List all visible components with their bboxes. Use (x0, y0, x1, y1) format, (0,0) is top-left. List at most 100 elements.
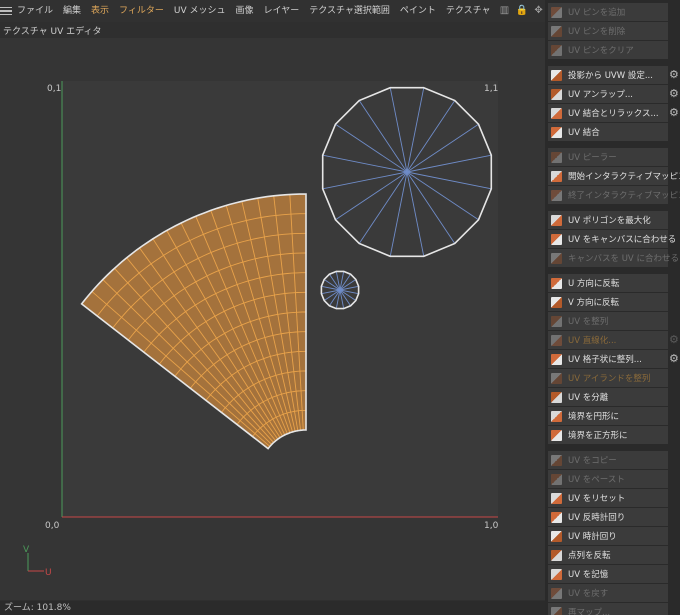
sidebar-button-pin-remove[interactable]: UV ピンを削除 (548, 22, 668, 40)
peeler-icon (551, 151, 562, 163)
sidebar-button-fit-canvas[interactable]: UV をキャンバスに合わせる (548, 230, 676, 248)
sidebar-button-reset[interactable]: UV をリセット (548, 489, 668, 507)
sidebar-button-square-border[interactable]: 境界を正方形に (548, 426, 668, 444)
sidebar-button-label: UV 結合 (568, 128, 600, 138)
menu-item[interactable]: UV メッシュ (169, 0, 231, 22)
sidebar-button-paste[interactable]: UV をペースト (548, 470, 668, 488)
sidebar-button-split[interactable]: UV を分離 (548, 388, 668, 406)
sidebar-button-label: UV 結合とリラックス... (568, 109, 659, 119)
end-mapping-icon (551, 189, 562, 201)
reverse-points-icon (551, 549, 562, 561)
stitch-relax-icon (551, 107, 562, 119)
start-mapping-icon (551, 170, 562, 182)
sidebar-button-reverse-points[interactable]: 点列を反転 (548, 546, 668, 564)
sidebar-button-label: 再マップ... (568, 608, 611, 615)
straighten-icon (551, 334, 562, 346)
sidebar-button-label: UV ピンをクリア (568, 46, 634, 56)
menu-item[interactable]: フィルター (114, 0, 169, 22)
sidebar-button-label: UV ピンを削除 (568, 27, 626, 37)
menu-item[interactable]: レイヤー (259, 0, 305, 22)
sidebar-button-unwrap[interactable]: UV アンラップ... ⚙ (548, 85, 679, 103)
gear-icon[interactable]: ⚙ (669, 107, 680, 118)
sidebar-button-label: UV 直線化... (568, 336, 617, 346)
sidebar-button-pin-clear[interactable]: UV ピンをクリア (548, 41, 668, 59)
project-uvw-icon (551, 69, 562, 81)
sidebar-button-label: UV を戻す (568, 589, 609, 599)
sidebar-button-remap[interactable]: 再マップ... (548, 603, 668, 615)
sidebar-button-copy[interactable]: UV をコピー (548, 451, 668, 469)
gear-icon[interactable]: ⚙ (669, 334, 680, 345)
sidebar-button-stitch-relax[interactable]: UV 結合とリラックス... ⚙ (548, 104, 679, 122)
paste-icon (551, 473, 562, 485)
sidebar-button-rotate-ccw[interactable]: UV 反時計回り (548, 508, 668, 526)
sidebar-button-maximize[interactable]: UV ポリゴンを最大化 (548, 211, 668, 229)
pin-clear-icon (551, 44, 562, 56)
sidebar-button-canvas-fit[interactable]: キャンバスを UV に合わせる (548, 249, 679, 267)
menu-item[interactable]: 表示 (86, 0, 114, 22)
status-bar: ズーム: 101.8% (0, 601, 545, 615)
sidebar-button-circle-border[interactable]: 境界を円形に (548, 407, 668, 425)
island-align-icon (551, 372, 562, 384)
split-icon (551, 391, 562, 403)
sidebar-button-label: V 方向に反転 (568, 298, 620, 308)
sidebar-button-pin-add[interactable]: UV ピンを追加 (548, 3, 668, 21)
sidebar-button-label: UV 反時計回り (568, 513, 626, 523)
gear-icon[interactable]: ⚙ (669, 88, 680, 99)
sidebar-button-remember[interactable]: UV を記憶 (548, 565, 668, 583)
chart-icon[interactable]: ▥ (499, 5, 511, 17)
sidebar-button-label: キャンバスを UV に合わせる (568, 254, 679, 264)
sidebar-button-label: 投影から UVW 設定... (568, 71, 653, 81)
uv-canvas[interactable]: 0,1 1,1 0,0 1,0 V U (0, 38, 545, 600)
sidebar-button-label: 終了インタラクティブマッピング (568, 191, 680, 201)
uv-commands-sidebar: UV ピンを追加 UV ピンを削除 UV ピンをクリア投影から UVW 設定... ⚙… (545, 0, 680, 615)
sidebar-button-flip-v[interactable]: V 方向に反転 (548, 293, 668, 311)
sidebar-button-flip-u[interactable]: U 方向に反転 (548, 274, 668, 292)
flip-v-icon (551, 296, 562, 308)
sidebar-button-project-uvw[interactable]: 投影から UVW 設定... ⚙ (548, 66, 679, 84)
menu-item[interactable]: 編集 (58, 0, 86, 22)
sidebar-button-label: UV をキャンバスに合わせる (568, 235, 677, 245)
lock-icon[interactable]: 🔒 (516, 5, 528, 17)
unwrap-icon (551, 88, 562, 100)
menu-item[interactable]: テクスチャ (441, 0, 496, 22)
sidebar-button-label: UV 時計回り (568, 532, 617, 542)
panel-title: テクスチャ UV エディタ (3, 27, 102, 37)
corner-label-top-left: 0,1 (47, 84, 61, 94)
menu-bar: ファイル 編集 表示 フィルター UV メッシュ 画像 レイヤー テクスチャ選択範囲 ペイントテ… (0, 0, 560, 22)
sidebar-button-grid-align[interactable]: UV 格子状に整列... ⚙ (548, 350, 679, 368)
gear-icon[interactable]: ⚙ (669, 353, 680, 364)
axis-v-label: V (23, 545, 30, 555)
uv-viewport[interactable]: 0,1 1,1 0,0 1,0 V U (0, 38, 545, 600)
sidebar-button-straighten[interactable]: UV 直線化... ⚙ (548, 331, 679, 349)
menu-item[interactable]: ファイル (12, 0, 58, 22)
corner-label-bottom-left: 0,0 (45, 521, 60, 531)
sidebar-button-end-mapping[interactable]: 終了インタラクティブマッピング (548, 186, 680, 204)
sidebar-button-label: UV ポリゴンを最大化 (568, 216, 651, 226)
maximize-icon (551, 214, 562, 226)
sidebar-button-island-align[interactable]: UV アイランドを整列 (548, 369, 668, 387)
flip-u-icon (551, 277, 562, 289)
remember-icon (551, 568, 562, 580)
sidebar-button-peeler[interactable]: UV ピーラー (548, 148, 668, 166)
gear-icon[interactable]: ⚙ (669, 69, 680, 80)
sidebar-button-rotate-cw[interactable]: UV 時計回り (548, 527, 668, 545)
zoom-readout: ズーム: 101.8% (4, 603, 71, 613)
pin-add-icon (551, 6, 562, 18)
sidebar-button-stitch[interactable]: UV 結合 (548, 123, 668, 141)
move-icon[interactable]: ✥ (533, 5, 545, 17)
fit-canvas-icon (551, 233, 562, 245)
sidebar-button-restore[interactable]: UV を戻す (548, 584, 668, 602)
square-border-icon (551, 429, 562, 441)
sidebar-button-align[interactable]: UV を整列 (548, 312, 668, 330)
align-icon (551, 315, 562, 327)
rotate-cw-icon (551, 530, 562, 542)
sidebar-button-label: UV を記憶 (568, 570, 609, 580)
sidebar-button-label: UV をリセット (568, 494, 626, 504)
menu-item[interactable]: 画像 (230, 0, 258, 22)
sidebar-button-start-mapping[interactable]: 開始インタラクティブマッピング (548, 167, 680, 185)
sidebar-button-label: 境界を円形に (568, 412, 620, 422)
sidebar-button-label: UV をコピー (568, 456, 617, 466)
menu-item[interactable]: テクスチャ選択範囲 (304, 0, 395, 22)
menu-item[interactable]: ペイント (395, 0, 441, 22)
hamburger-menu-icon[interactable] (0, 0, 12, 22)
